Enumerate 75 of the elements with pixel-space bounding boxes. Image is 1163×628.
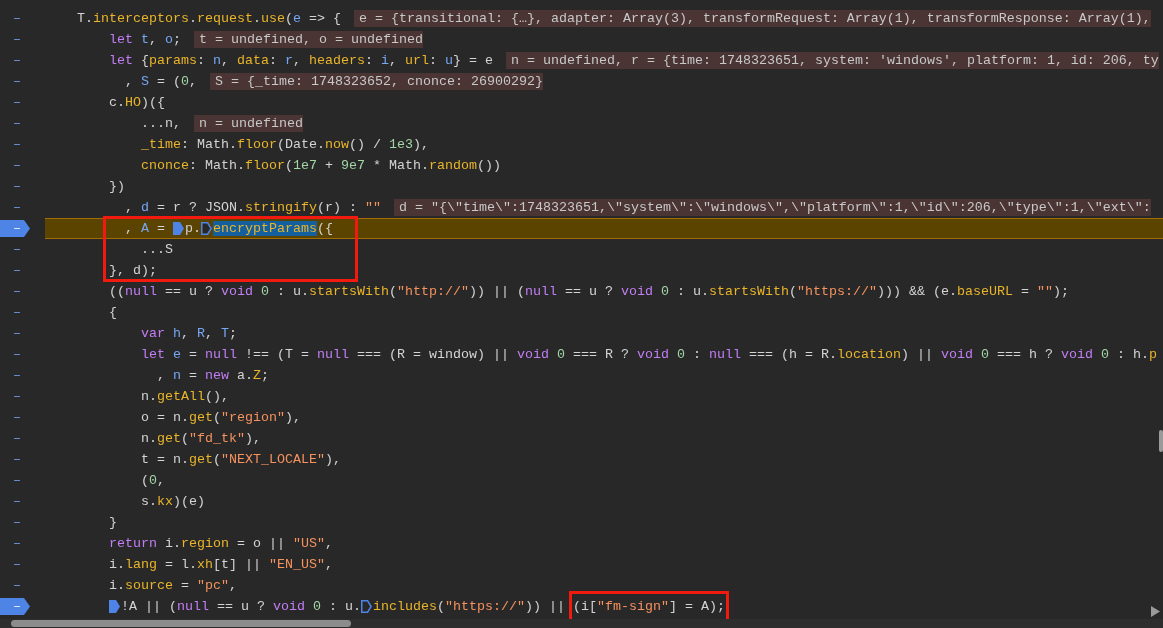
code-text: includes("https://")) || (373, 598, 566, 616)
line-marker[interactable]: – (13, 92, 21, 113)
inline-value: e = {transitional: {…}, adapter: Array(3), transformRequest: Array(1), transformResponse: Array(1), (354, 10, 1151, 27)
code-text: }, d); (109, 262, 157, 280)
line-marker[interactable]: – (13, 197, 21, 218)
line-marker[interactable]: – (13, 50, 21, 71)
code-text: ...n, (141, 115, 181, 133)
code-text: encryptParams({ (213, 220, 333, 238)
breakpoint-marker-icon[interactable] (173, 222, 185, 235)
code-text: ((null == u ? void 0 : u.startsWith("http://")) || (null == u ? void 0 : u.startsWith("https://"))) && (e.baseURL = ""); (109, 283, 1069, 301)
code-text: n.getAll(), (141, 388, 229, 406)
code-text: n.get("fd_tk"), (141, 430, 261, 448)
code-text: , d = r ? JSON.stringify(r) : "" (125, 199, 381, 217)
code-text: , n = new a.Z; (157, 367, 269, 385)
line-marker[interactable]: – (13, 8, 21, 29)
line-marker[interactable]: – (13, 428, 21, 449)
code-text: (0, (141, 472, 165, 490)
breakpoint-marker-icon[interactable] (109, 600, 121, 613)
line-marker[interactable]: – (13, 113, 21, 134)
line-marker[interactable]: – (13, 533, 21, 554)
code-text: i.source = "pc", (109, 577, 237, 595)
inline-value: d = "{\"time\":1748323651,\"system\":\"windows\",\"platform\":1,\"id\":206,\"type\":1,\"ext\": (393, 199, 1151, 216)
code-text: return i.region = o || "US", (109, 535, 333, 553)
line-marker[interactable]: – (13, 491, 21, 512)
inline-value: t = undefined, o = undefined (194, 31, 423, 48)
code-text: !A || (null == u ? void 0 : u. (121, 598, 361, 616)
line-marker[interactable]: – (13, 260, 21, 281)
code-text: o = n.get("region"), (141, 409, 301, 427)
line-marker[interactable]: – (13, 323, 21, 344)
line-marker[interactable]: – (13, 29, 21, 50)
breakpoint-marker[interactable]: – (0, 598, 30, 615)
code-text: let t, o; (109, 31, 181, 49)
line-marker[interactable]: – (13, 71, 21, 92)
line-marker[interactable]: – (13, 134, 21, 155)
line-marker[interactable]: – (13, 176, 21, 197)
scrollbar-thumb[interactable] (1159, 430, 1163, 452)
code-text: (i["fm-sign"] = A); (573, 598, 725, 616)
code-text: } (109, 514, 117, 532)
code-text: let {params: n, data: r, headers: i, url: u} = e (109, 52, 493, 70)
breakpoint-marker[interactable]: – (0, 220, 30, 237)
line-marker[interactable]: – (13, 302, 21, 323)
code-text: }) (109, 178, 125, 196)
code-text: t = n.get("NEXT_LOCALE"), (141, 451, 341, 469)
scrollbar-thumb[interactable] (11, 620, 351, 627)
line-marker[interactable]: – (13, 575, 21, 596)
inline-value: n = undefined, r = {time: 1748323651, system: 'windows', platform: 1, id: 206, ty (506, 52, 1159, 69)
code-text: i.lang = l.xh[t] || "EN_US", (109, 556, 333, 574)
line-marker[interactable]: – (13, 386, 21, 407)
horizontal-scrollbar[interactable] (0, 619, 1163, 628)
inline-value: S = {_time: 1748323652, cnonce: 26900292} (210, 73, 543, 90)
code-text: p. (185, 220, 201, 238)
inline-value: n = undefined (194, 115, 303, 132)
code-text: { (109, 304, 117, 322)
code-text: let e = null !== (T = null === (R = window) || void 0 === R ? void 0 : null === (h = R.location) || void 0 === h ? void 0 : h.p (141, 346, 1157, 364)
code-text: ...S (141, 241, 173, 259)
line-marker[interactable]: – (13, 554, 21, 575)
line-marker[interactable]: – (13, 281, 21, 302)
code-text: c.HO)({ (109, 94, 165, 112)
line-marker[interactable]: – (13, 365, 21, 386)
scroll-right-icon[interactable] (1151, 606, 1160, 617)
line-marker[interactable]: – (13, 449, 21, 470)
line-marker[interactable]: – (13, 239, 21, 260)
code-text: s.kx)(e) (141, 493, 205, 511)
line-marker[interactable]: – (13, 470, 21, 491)
code-text: , A = (125, 220, 166, 238)
line-marker[interactable]: – (13, 512, 21, 533)
line-marker[interactable]: – (13, 344, 21, 365)
code-text: , S = (0, (125, 73, 197, 91)
line-marker[interactable]: – (13, 407, 21, 428)
code-text: var h, R, T; (141, 325, 237, 343)
line-marker[interactable]: – (13, 155, 21, 176)
code-text: T.interceptors.request.use(e => { (77, 10, 341, 28)
breakpoint-marker-icon[interactable] (361, 600, 373, 613)
code-text: cnonce: Math.floor(1e7 + 9e7 * Math.random()) (141, 157, 501, 175)
code-text: _time: Math.floor(Date.now() / 1e3), (141, 136, 429, 154)
